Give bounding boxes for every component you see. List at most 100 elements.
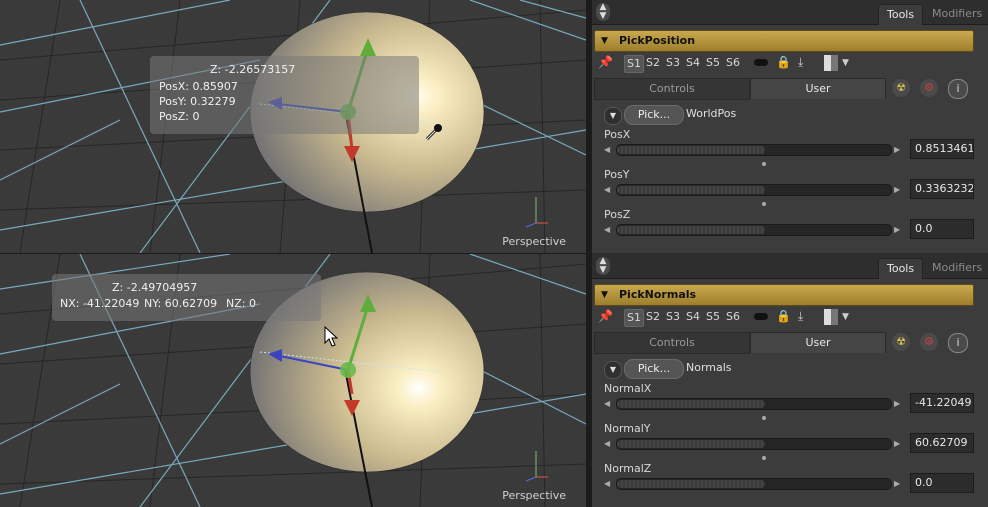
slider-thumb[interactable] [761,202,766,206]
slider-thumb[interactable] [761,162,766,166]
slot-s4[interactable]: S4 [684,309,702,325]
pin-icon[interactable]: 📌 [598,55,613,69]
slider-fill [617,400,765,408]
color-swatch-icon[interactable] [824,309,838,325]
tab-tools[interactable]: Tools [878,258,924,279]
slider-track[interactable] [616,184,892,196]
increment-icon[interactable]: ▶ [894,479,900,488]
toggle-icon[interactable] [754,59,768,66]
value-field[interactable]: 0.85134613 [910,139,974,159]
download-icon[interactable]: ⤓ [798,309,803,324]
tab-controls[interactable]: Controls [594,332,750,354]
slider-track[interactable] [616,144,892,156]
viewer-top[interactable]: Z: -2.26573157 PosX: 0.85907 PosY: 0.322… [0,0,586,253]
decrement-icon[interactable]: ◀ [604,185,610,194]
slider-thumb[interactable] [761,456,766,460]
version-toolbar: 📌 S1 S2 S3 S4 S5 S6 🔒 ⤓ ▼ [594,306,974,328]
slot-s3[interactable]: S3 [664,55,682,71]
tool-header[interactable]: ▼ PickNormals [594,284,974,306]
pos-y-readout: PosY: 0.32279 [159,95,236,108]
tab-modifiers[interactable]: Modifiers [924,258,988,278]
tab-user[interactable]: User [750,78,886,99]
slot-s5[interactable]: S5 [704,55,722,71]
slider-fill [617,480,765,488]
slot-s6[interactable]: S6 [724,309,742,325]
slider-track[interactable] [616,398,892,410]
updown-icon[interactable]: ▲ ▼ [596,3,610,21]
info-icon[interactable]: i [948,333,968,353]
param-label: PosX [604,128,631,141]
value-field[interactable]: 0.0 [910,473,974,493]
collapse-icon[interactable]: ▼ [601,285,608,305]
param-normalz: NormalZ ◀ ▶ 0.0 [594,462,974,502]
pick-button[interactable]: Pick... [624,105,684,125]
increment-icon[interactable]: ▶ [894,399,900,408]
tool-header[interactable]: ▼ PickPosition [594,30,974,52]
value-field[interactable]: 0.33632320 [910,179,974,199]
slider-track[interactable] [616,224,892,236]
chevron-down-icon[interactable]: ▼ [842,58,849,68]
collapse-icon[interactable]: ▼ [601,31,608,51]
lock-icon[interactable]: 🔒 [776,309,791,323]
increment-icon[interactable]: ▶ [894,145,900,154]
param-label: NormalY [604,422,651,435]
pick-button[interactable]: Pick... [624,359,684,379]
tool-panel-picknormals: ▲ ▼ Tools Modifiers ▼ PickNormals 📌 S1 S2… [592,254,988,507]
slot-s2[interactable]: S2 [644,55,662,71]
increment-icon[interactable]: ▶ [894,439,900,448]
nuke-icon[interactable]: ☢ [892,79,910,97]
slider-fill [617,440,765,448]
slider-track[interactable] [616,478,892,490]
value-field[interactable]: -41.22049 [910,393,974,413]
tab-modifiers[interactable]: Modifiers [924,4,988,24]
slot-s6[interactable]: S6 [724,55,742,71]
chevron-down-icon[interactable]: ▼ [842,312,849,322]
tab-controls[interactable]: Controls [594,78,750,100]
increment-icon[interactable]: ▶ [894,185,900,194]
decrement-icon[interactable]: ◀ [604,225,610,234]
slot-s2[interactable]: S2 [644,309,662,325]
tab-tools[interactable]: Tools [878,4,924,25]
gear-icon[interactable]: ⚙ [920,333,938,351]
pick-target-label: WorldPos [686,107,737,120]
tool-panel-pickposition: ▲ ▼ Tools Modifiers ▼ PickPosition 📌 S1 S… [592,0,988,253]
lock-icon[interactable]: 🔒 [776,55,791,69]
arrow-cursor-icon [324,326,339,347]
updown-icon[interactable]: ▲ ▼ [596,257,610,275]
download-icon[interactable]: ⤓ [798,55,803,70]
slot-s5[interactable]: S5 [704,309,722,325]
pin-icon[interactable]: 📌 [598,309,613,323]
color-swatch-icon[interactable] [824,55,838,71]
pick-row: ▼ Pick... Normals [594,358,974,380]
param-posy: PosY ◀ ▶ 0.33632320 [594,168,974,208]
tab-user[interactable]: User [750,332,886,353]
decrement-icon[interactable]: ◀ [604,479,610,488]
view-mode-label[interactable]: Perspective [502,235,566,248]
expand-icon[interactable]: ▼ [604,361,622,379]
gear-icon[interactable]: ⚙ [920,79,938,97]
pick-info-overlay-normals: Z: -2.49704957 NX: -41.22049 NY: 60.6270… [52,274,321,321]
eyedropper-icon [425,124,442,141]
view-mode-label[interactable]: Perspective [502,489,566,502]
pick-target-label: Normals [686,361,732,374]
value-field[interactable]: 0.0 [910,219,974,239]
slot-s4[interactable]: S4 [684,55,702,71]
toggle-icon[interactable] [754,313,768,320]
param-normalx: NormalX ◀ ▶ -41.22049 [594,382,974,422]
nuke-icon[interactable]: ☢ [892,333,910,351]
decrement-icon[interactable]: ◀ [604,145,610,154]
slot-s1[interactable]: S1 [624,55,644,73]
slot-s1[interactable]: S1 [624,309,644,327]
value-field[interactable]: 60.62709 [910,433,974,453]
increment-icon[interactable]: ▶ [894,225,900,234]
info-icon[interactable]: i [948,79,968,99]
expand-icon[interactable]: ▼ [604,107,622,125]
decrement-icon[interactable]: ◀ [604,399,610,408]
slider-thumb[interactable] [761,416,766,420]
slot-s3[interactable]: S3 [664,309,682,325]
param-posz: PosZ ◀ ▶ 0.0 [594,208,974,248]
control-tabs: Controls User ☢ ⚙ i [594,332,974,354]
slider-track[interactable] [616,438,892,450]
viewer-bottom[interactable]: Z: -2.49704957 NX: -41.22049 NY: 60.6270… [0,254,586,507]
decrement-icon[interactable]: ◀ [604,439,610,448]
